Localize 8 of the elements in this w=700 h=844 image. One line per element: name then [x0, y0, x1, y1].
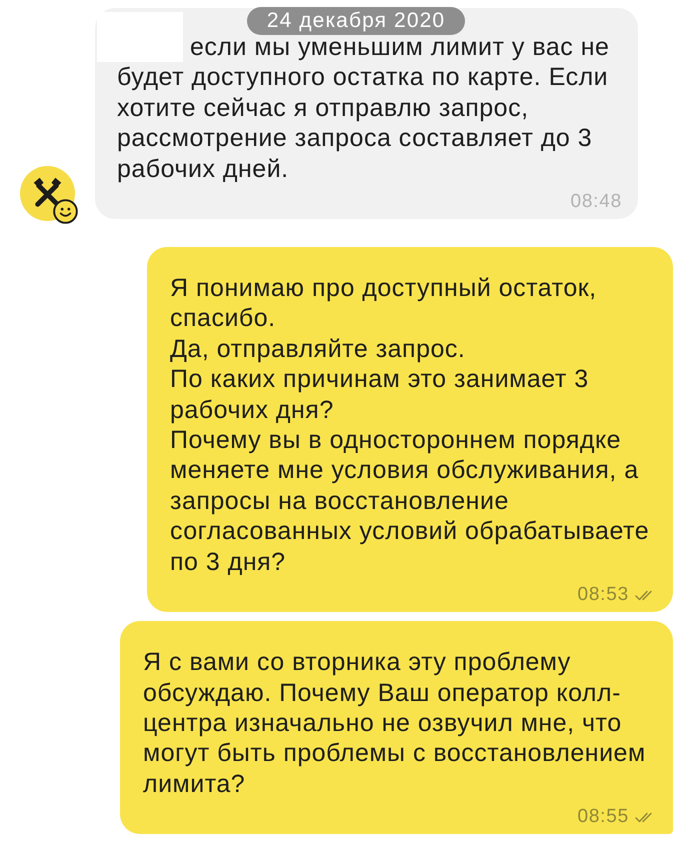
date-label: 24 декабря 2020 — [247, 7, 465, 35]
message-time: 08:53 — [577, 584, 629, 606]
message-time: 08:48 — [570, 191, 622, 214]
message-time: 08:55 — [577, 806, 629, 828]
message-text: Я понимаю про доступный остаток, спасибо. Да, отправляйте запрос. По каких причинам это занимает 3 рабочих дня? Почему вы в одностороннем порядке меняете мне условия обслуживания, а запросы на восстановление согласованных условий обрабатываете по 3 дня? — [170, 273, 650, 578]
message-text: если мы уменьшим лимит у вас не будет доступного остатка по карте. Если хотите сейчас я отправлю запрос, рассмотрение запроса составляет до 3 рабочих дней. — [117, 32, 610, 184]
smiley-icon — [53, 199, 78, 224]
message-text: Я с вами со вторника эту проблему обсуждаю. Почему Ваш оператор колл- центра изначально не озвучил мне, что могут быть проблемы с восстановлением лимита? — [143, 647, 647, 800]
